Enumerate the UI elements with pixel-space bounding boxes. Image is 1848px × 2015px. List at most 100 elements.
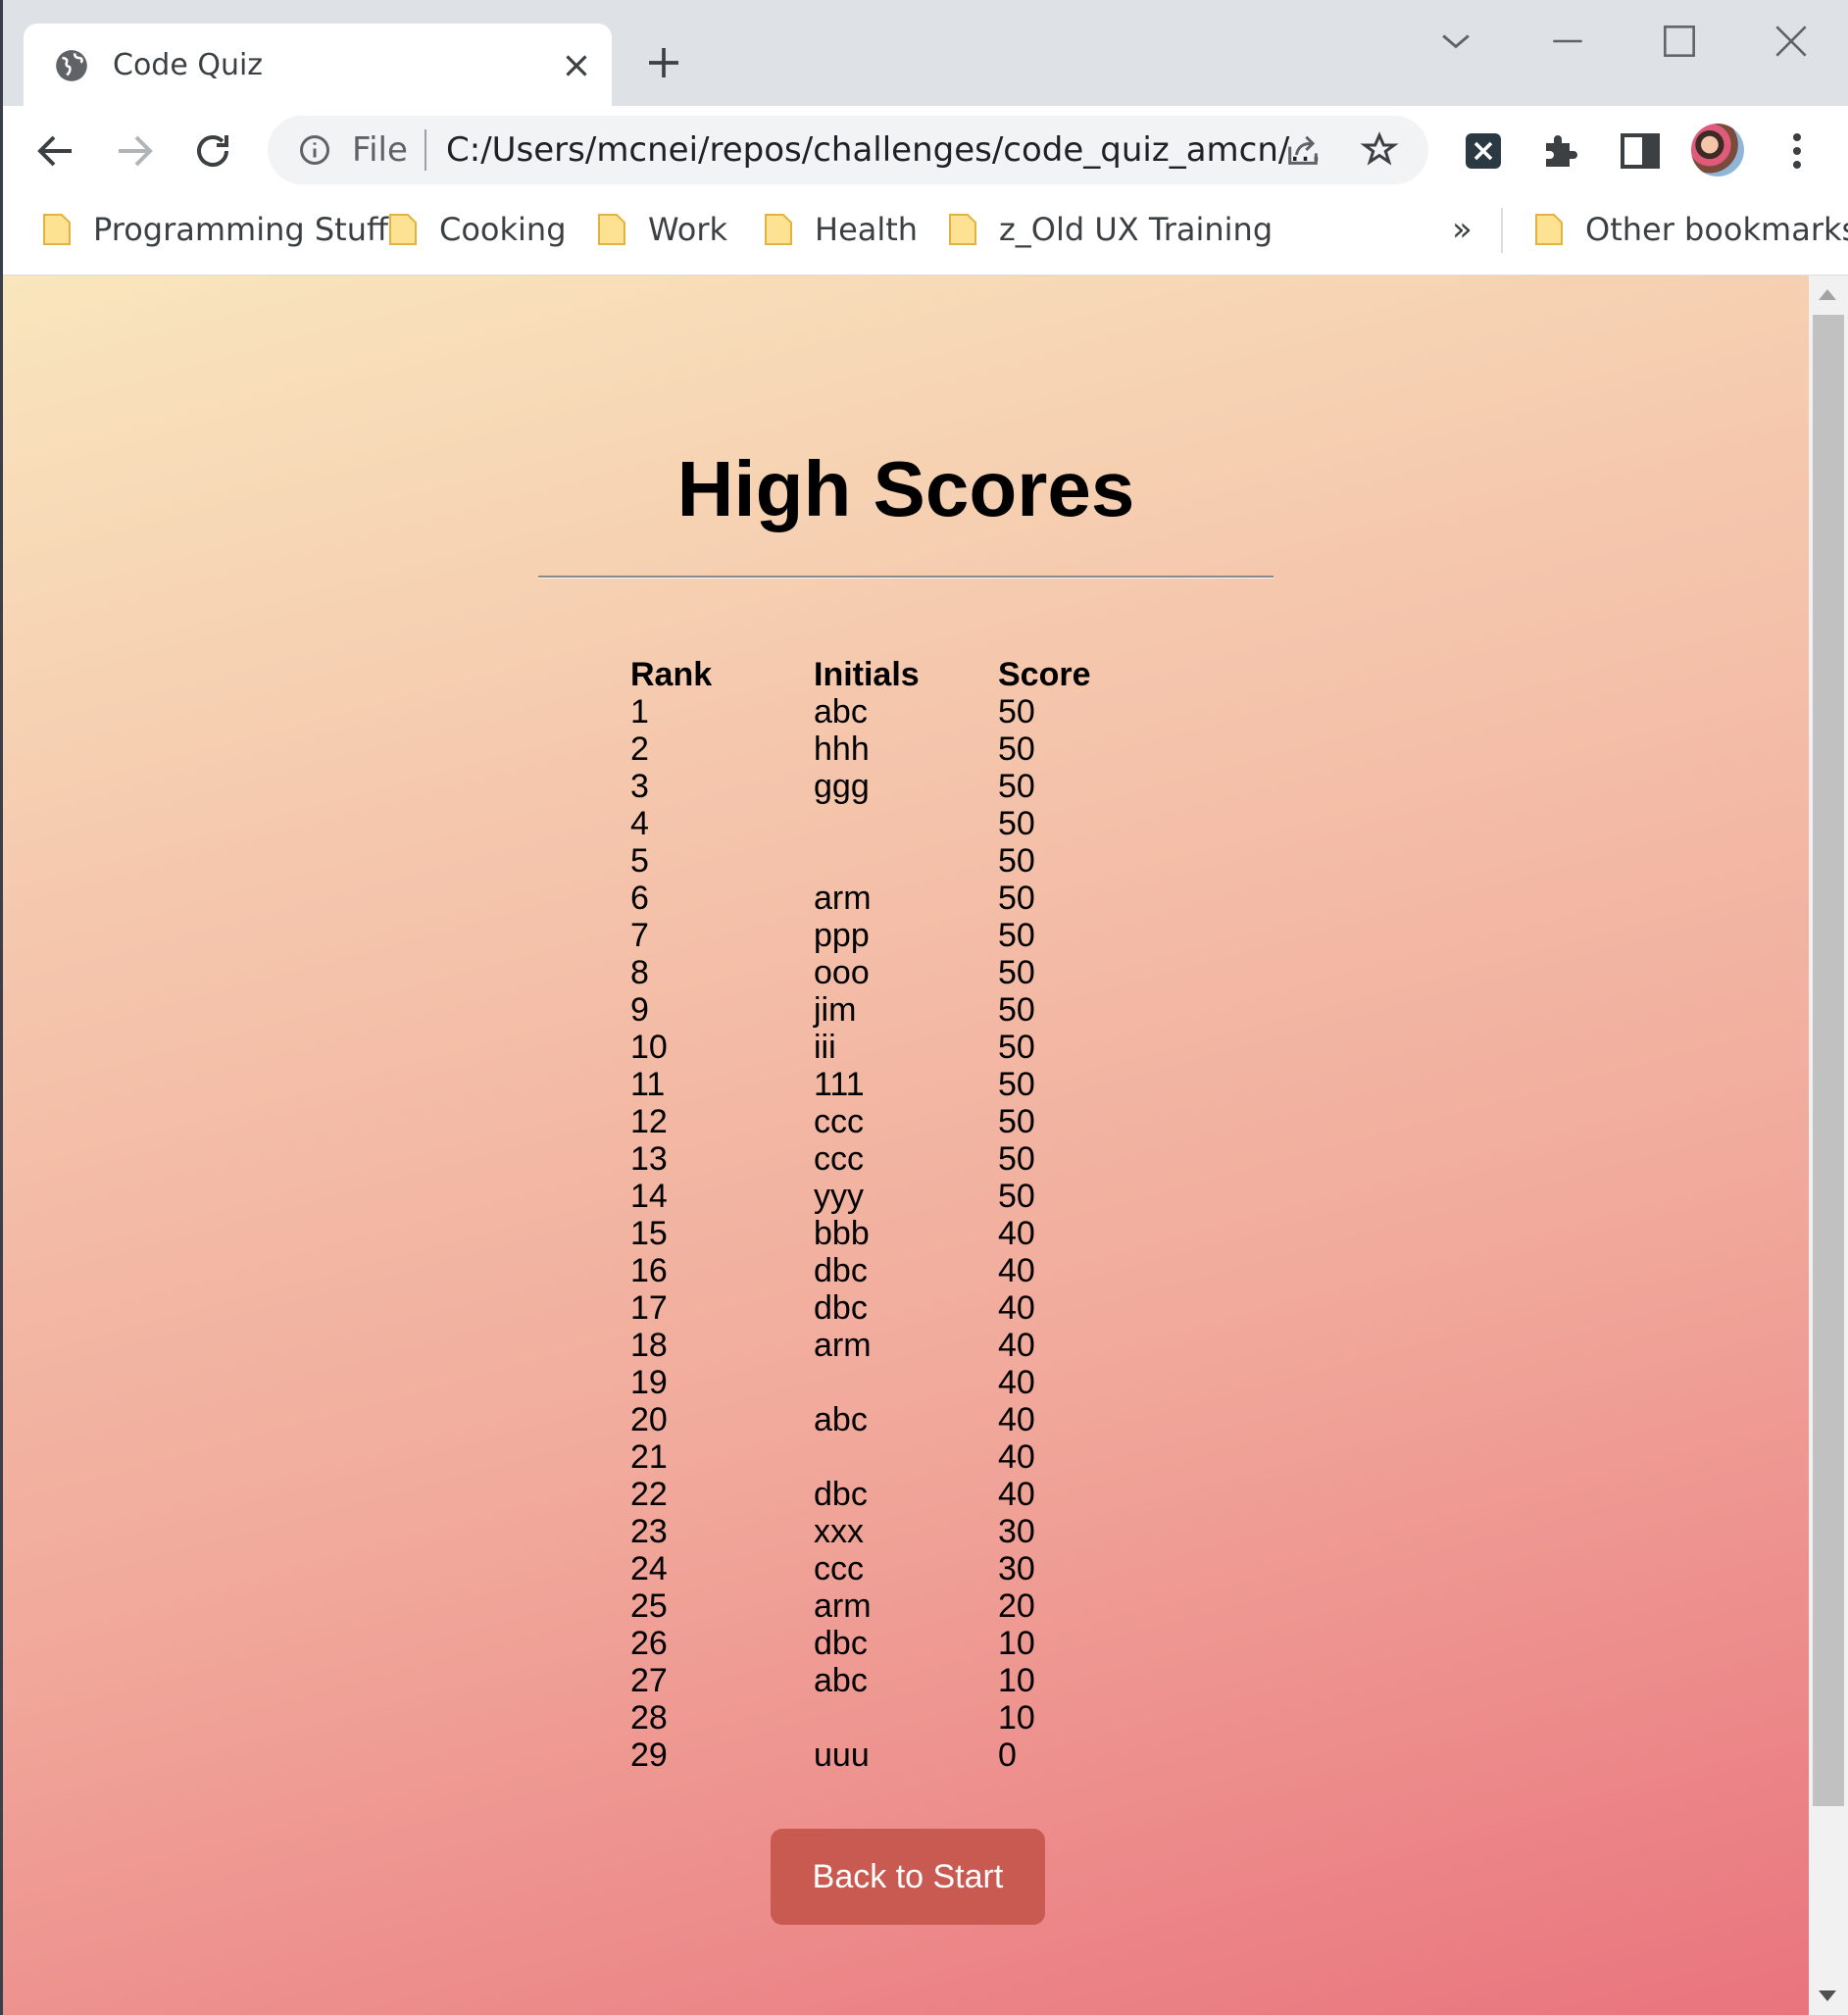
initials-cell [814,805,998,842]
initials-cell: ggg [814,768,870,805]
initials-cell: jim [814,991,857,1029]
puzzle-piece-icon[interactable] [1538,127,1585,175]
scroll-down-arrow-icon[interactable] [1819,1990,1836,2001]
table-row: 26 dbc 10 [630,1625,1116,1662]
score-cell: 50 [998,991,1035,1029]
rank-cell: 26 [630,1625,668,1662]
maximize-icon[interactable] [1658,20,1701,63]
side-panel-icon[interactable] [1617,127,1664,175]
rank-cell: 19 [630,1364,668,1401]
initials-cell: hhh [814,730,870,768]
rank-cell: 17 [630,1289,668,1327]
tab-strip: Code Quiz [3,0,1848,106]
tab-title: Code Quiz [113,48,264,82]
bookmark-label: Health [815,211,919,248]
score-cell: 50 [998,693,1035,730]
score-cell: 40 [998,1215,1035,1252]
bookmark-work[interactable]: Work [597,196,727,263]
bookmark-z-old-ux-training[interactable]: z_Old UX Training [948,196,1273,263]
table-row: 7 ppp 50 [630,917,1116,954]
close-icon[interactable] [558,47,595,84]
high-scores-body: 1 abc 50 2 hhh 50 3 ggg 50 4 50 5 50 6 arm 50 7 ppp 50 8 ooo… [630,693,1116,1774]
initials-cell: ppp [814,917,870,954]
score-cell: 40 [998,1289,1035,1327]
table-row: 4 50 [630,805,1116,842]
other-bookmarks[interactable]: Other bookmarks [1534,196,1848,263]
bookmark-label: Work [648,211,728,248]
minimize-icon[interactable] [1546,20,1589,63]
table-row: 5 50 [630,842,1116,880]
folder-icon [43,214,71,245]
rank-cell: 6 [630,880,649,917]
rank-cell: 3 [630,768,649,805]
star-icon[interactable] [1360,130,1399,170]
table-row: 25 arm 20 [630,1587,1116,1625]
rank-cell: 29 [630,1737,668,1774]
scrollbar-thumb[interactable] [1813,315,1844,1806]
initials-cell: xxx [814,1513,864,1550]
back-to-start-button[interactable]: Back to Start [771,1829,1045,1925]
initials-cell: bbb [814,1215,870,1252]
more-vert-icon[interactable] [1773,127,1821,175]
rank-cell: 23 [630,1513,668,1550]
initials-cell: dbc [814,1289,868,1327]
table-row: 8 ooo 50 [630,954,1116,991]
url-text[interactable]: C:/Users/mcnei/repos/challenges/code_qui… [446,131,1322,169]
initials-cell: dbc [814,1625,868,1662]
column-header-rank: Rank [630,656,713,693]
vertical-scrollbar[interactable] [1809,276,1848,2015]
rank-cell: 5 [630,842,649,880]
tab-code-quiz[interactable]: Code Quiz [24,24,612,106]
score-cell: 50 [998,768,1035,805]
score-cell: 50 [998,880,1035,917]
profile-avatar[interactable] [1691,124,1744,176]
score-cell: 40 [998,1476,1035,1513]
bookmark-cooking[interactable]: Cooking [388,196,567,263]
score-cell: 10 [998,1625,1035,1662]
rank-cell: 22 [630,1476,668,1513]
rank-cell: 13 [630,1140,668,1178]
initials-cell [814,1438,998,1476]
initials-cell: uuu [814,1737,870,1774]
score-cell: 50 [998,1140,1035,1178]
table-header-row: Rank Initials Score [630,656,1116,693]
close-window-icon[interactable] [1770,20,1813,63]
scroll-up-arrow-icon[interactable] [1819,289,1836,300]
forward-arrow-icon[interactable] [111,127,158,175]
rank-cell: 8 [630,954,649,991]
reload-icon[interactable] [189,127,236,175]
browser-window: Code Quiz File C:/Users/mcnei/repos/chal… [3,0,1848,2015]
initials-cell: arm [814,1327,872,1364]
table-row: 21 40 [630,1438,1116,1476]
folder-icon [389,214,417,245]
address-bar[interactable]: File C:/Users/mcnei/repos/challenges/cod… [268,116,1428,184]
rank-cell: 14 [630,1178,668,1215]
bookmark-health[interactable]: Health [764,196,918,263]
table-row: 24 ccc 30 [630,1550,1116,1587]
table-row: 29 uuu 0 [630,1737,1116,1774]
table-row: 9 jim 50 [630,991,1116,1029]
table-row: 28 10 [630,1699,1116,1737]
new-tab-icon[interactable] [644,43,683,82]
rank-cell: 18 [630,1327,668,1364]
rank-cell: 20 [630,1401,668,1438]
rank-cell: 4 [630,805,649,842]
table-row: 12 ccc 50 [630,1103,1116,1140]
initials-cell: arm [814,880,872,917]
bookmarks-overflow-button[interactable]: » [1452,210,1473,249]
bookmarks-divider [1501,208,1503,253]
back-arrow-icon[interactable] [32,127,79,175]
rank-cell: 15 [630,1215,668,1252]
title-divider [538,576,1274,579]
chevron-down-icon[interactable] [1434,20,1477,63]
extension-x-icon[interactable] [1460,127,1507,175]
table-row: 20 abc 40 [630,1401,1116,1438]
score-cell: 30 [998,1550,1035,1587]
rank-cell: 2 [630,730,649,768]
table-row: 22 dbc 40 [630,1476,1116,1513]
share-icon[interactable] [1283,130,1323,170]
info-icon[interactable] [297,132,332,168]
rank-cell: 9 [630,991,649,1029]
rank-cell: 12 [630,1103,668,1140]
bookmark-programming-stuff[interactable]: Programming Stuff [42,196,388,263]
